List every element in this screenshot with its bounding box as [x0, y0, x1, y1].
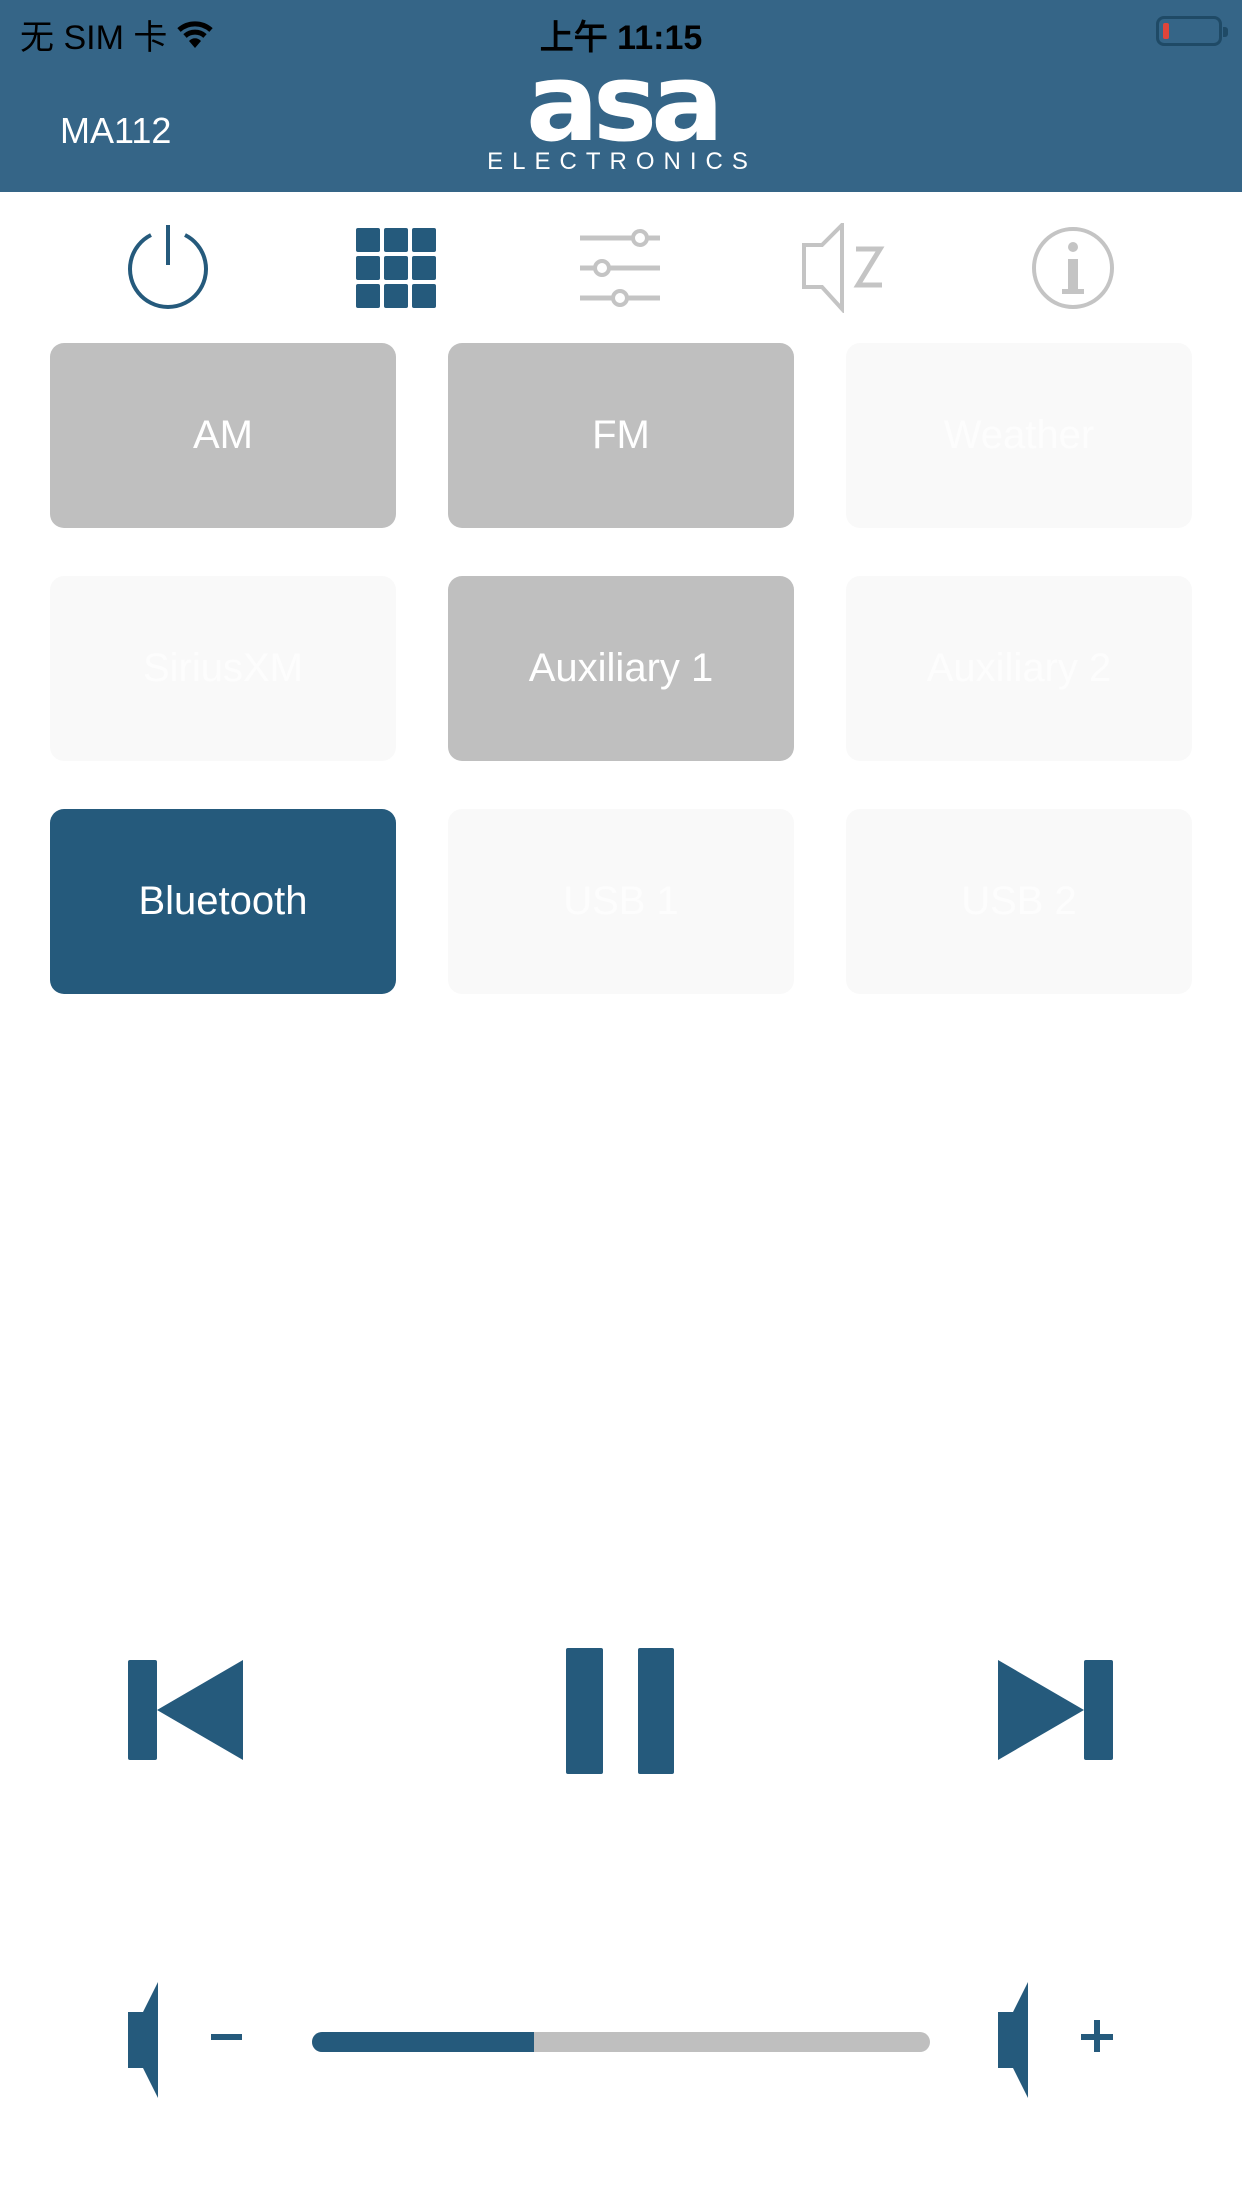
volume-control — [0, 1980, 1242, 2100]
source-label: Bluetooth — [138, 879, 308, 923]
volume-down-icon — [128, 1982, 242, 2098]
power-icon — [128, 224, 208, 309]
pause-button[interactable] — [566, 1648, 674, 1779]
info-icon — [1032, 226, 1114, 309]
tab-power[interactable] — [113, 210, 223, 325]
source-button-weather[interactable]: Weather — [846, 343, 1192, 528]
source-button-usb-1[interactable]: USB 1 — [448, 809, 794, 994]
volume-slider-fill — [312, 2032, 535, 2052]
source-label: Auxiliary 1 — [528, 646, 714, 690]
battery-icon — [1156, 16, 1228, 46]
tab-sleep[interactable] — [790, 210, 900, 325]
skip-next-icon — [998, 1660, 1113, 1760]
source-button-fm[interactable]: FM — [448, 343, 794, 528]
source-label: Weather — [943, 413, 1095, 457]
device-model: MA112 — [60, 110, 172, 151]
source-button-bluetooth[interactable]: Bluetooth — [50, 809, 396, 994]
source-label: USB 2 — [961, 879, 1077, 923]
source-button-auxiliary-1[interactable]: Auxiliary 1 — [448, 576, 794, 761]
source-button-am[interactable]: AM — [50, 343, 396, 528]
grid-icon — [356, 227, 436, 308]
playback-controls — [0, 1640, 1242, 1780]
header-bar: 无 SIM 卡 上午 11:15 MA112 asa ELECTRONICS — [0, 0, 1242, 192]
next-button[interactable] — [998, 1660, 1114, 1765]
brand-logo: asa ELECTRONICS — [466, 50, 778, 176]
tab-info[interactable] — [1018, 210, 1128, 325]
volume-up-button[interactable] — [998, 1982, 1118, 2107]
previous-button[interactable] — [128, 1660, 244, 1765]
source-button-siriusxm[interactable]: SiriusXM — [50, 576, 396, 761]
battery-level — [1163, 23, 1169, 39]
source-label: Auxiliary 2 — [926, 646, 1112, 690]
logo-main-text: asa — [525, 41, 724, 166]
source-label: AM — [193, 413, 253, 457]
sliders-icon — [580, 228, 660, 307]
source-label: USB 1 — [563, 879, 679, 923]
volume-slider[interactable] — [312, 2032, 930, 2052]
logo-sub-text: ELECTRONICS — [487, 148, 757, 175]
tab-equalizer[interactable] — [566, 210, 676, 325]
volume-up-icon — [998, 1982, 1113, 2098]
source-label: SiriusXM — [142, 646, 304, 690]
source-label: FM — [592, 413, 650, 457]
volume-down-button[interactable] — [128, 1982, 248, 2107]
source-button-auxiliary-2[interactable]: Auxiliary 2 — [846, 576, 1192, 761]
source-button-usb-2[interactable]: USB 2 — [846, 809, 1192, 994]
tab-sources[interactable] — [341, 210, 451, 325]
speaker-sleep-icon — [802, 222, 885, 313]
pause-icon — [566, 1648, 674, 1774]
skip-previous-icon — [128, 1660, 243, 1760]
tab-bar — [0, 210, 1242, 325]
